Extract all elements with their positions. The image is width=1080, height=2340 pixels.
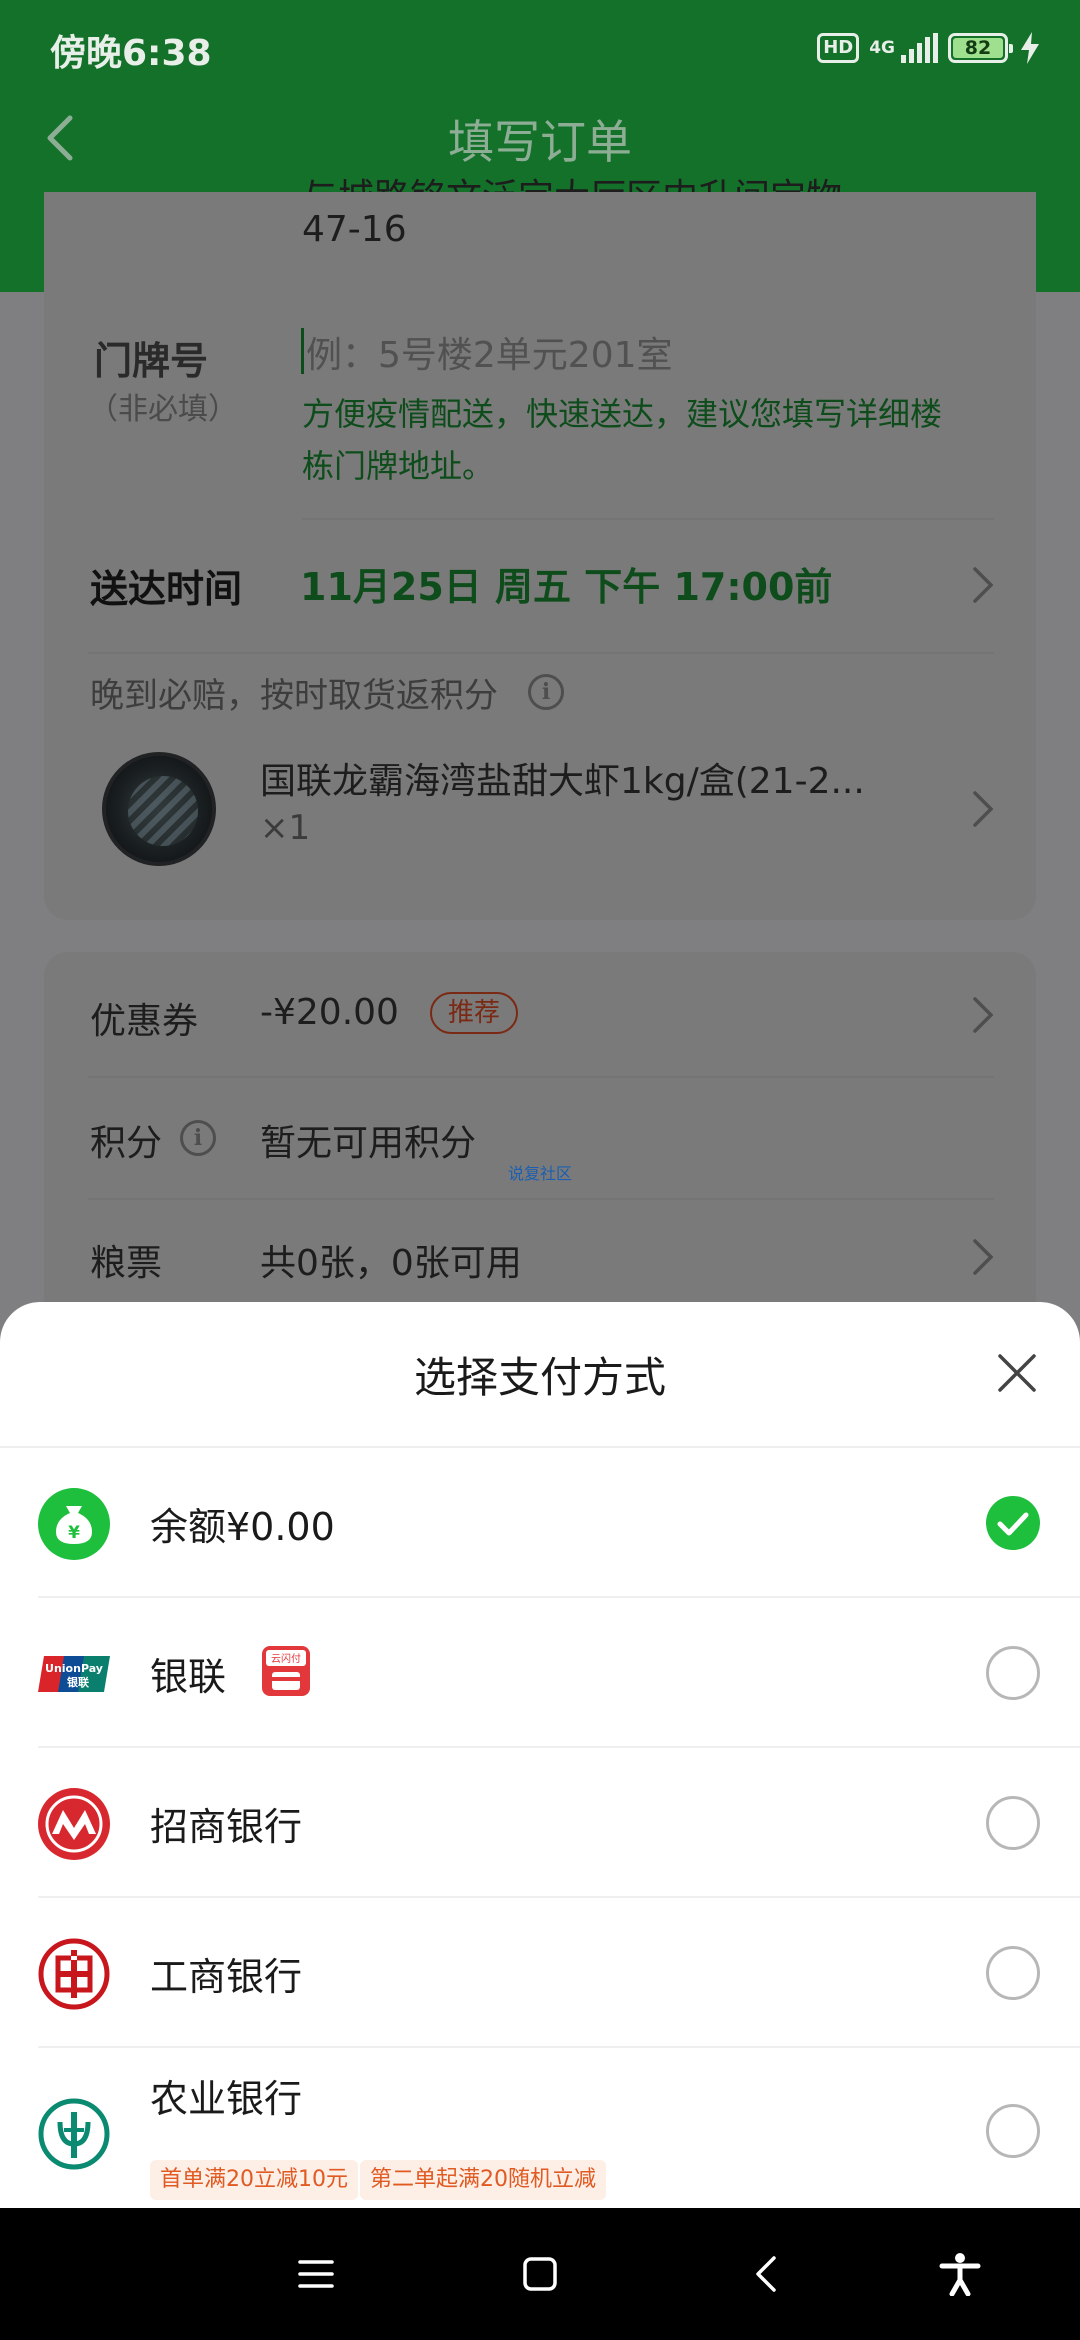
order-info-card: 与城路铭文泛定大厅区内升间宝物 47-16 门牌号 （非必填） 例：5号楼2单元… xyxy=(44,177,1036,920)
status-bar: 傍晚6:38 HD 4G 82 xyxy=(0,0,1080,96)
page-title: 填写订单 xyxy=(448,115,632,169)
home-icon[interactable] xyxy=(518,2252,562,2296)
network-type: 4G xyxy=(869,38,895,58)
payment-name: 余额¥0.00 xyxy=(150,1505,335,1549)
delivery-time-label: 送达时间 xyxy=(90,567,243,611)
chevron-right-icon[interactable] xyxy=(972,996,994,1034)
cloud-quickpass-icon: 云闪付 xyxy=(262,1646,310,1696)
status-time: 傍晚6:38 xyxy=(50,33,212,74)
divider xyxy=(302,518,994,520)
divider xyxy=(88,1198,994,1200)
payment-option-abc[interactable]: 农业银行 首单满20立减10元 第二单起满20随机立减 xyxy=(0,2048,1080,2208)
payment-method-sheet: 选择支付方式 ¥ 余额¥0.00 UnionPay 银联 银联 云闪付 招商银行… xyxy=(0,1302,1080,2208)
unionpay-icon: UnionPay 银联 xyxy=(38,1656,110,1692)
svg-text:¥: ¥ xyxy=(68,1523,80,1543)
address-line: 47-16 xyxy=(302,209,407,250)
product-thumbnail xyxy=(102,752,216,866)
product-name[interactable]: 国联龙霸海湾盐甜大虾1kg/盒(21-2... xyxy=(260,752,960,804)
radio-unchecked-icon[interactable] xyxy=(986,2104,1040,2158)
radio-unchecked-icon[interactable] xyxy=(986,1646,1040,1700)
close-icon[interactable] xyxy=(994,1350,1040,1396)
product-quantity: ×1 xyxy=(260,808,311,848)
cmb-icon xyxy=(38,1788,110,1860)
coupon-label: 优惠券 xyxy=(90,1001,199,1042)
late-compensation-note: 晚到必赔，按时取货返积分 xyxy=(90,676,498,716)
payment-option-icbc[interactable]: 工商银行 xyxy=(0,1898,1080,2048)
accessibility-icon[interactable] xyxy=(938,2252,982,2296)
door-number-input[interactable]: 例：5号楼2单元201室 xyxy=(306,326,673,378)
sheet-title: 选择支付方式 xyxy=(413,1353,666,1402)
charging-icon xyxy=(1021,32,1039,64)
address-line-cut: 与城路铭文泛定大厅区内升间宝物 xyxy=(302,168,922,192)
chevron-right-icon[interactable] xyxy=(972,566,994,604)
door-number-tip: 方便疫情配送，快速送达，建议您填写详细楼栋门牌地址。 xyxy=(302,395,943,485)
watermark: 说复社区 xyxy=(508,1164,573,1183)
door-number-optional: （非必填） xyxy=(88,392,238,427)
battery-level: 82 xyxy=(953,38,1003,58)
hd-badge: HD xyxy=(817,33,860,63)
signal-icon xyxy=(901,33,938,63)
payment-name: 银联 xyxy=(150,1655,227,1699)
info-icon[interactable]: i xyxy=(180,1120,216,1156)
radio-unchecked-icon[interactable] xyxy=(986,1796,1040,1850)
svg-text:银联: 银联 xyxy=(67,1675,89,1689)
menu-icon[interactable] xyxy=(294,2252,338,2296)
promo-tag: 第二单起满20随机立减 xyxy=(360,2160,606,2200)
divider xyxy=(88,652,994,654)
text-caret xyxy=(301,328,304,374)
status-icons: HD 4G 82 xyxy=(817,30,1042,66)
back-icon[interactable] xyxy=(746,2252,790,2296)
payment-name: 招商银行 xyxy=(150,1805,303,1849)
coupon-value[interactable]: -¥20.00 xyxy=(260,992,399,1033)
icbc-icon xyxy=(38,1938,110,2010)
battery-icon: 82 xyxy=(948,33,1013,63)
abc-icon xyxy=(38,2098,110,2170)
wallet-yen-icon: ¥ xyxy=(38,1488,110,1560)
chevron-right-icon[interactable] xyxy=(972,790,994,828)
info-icon[interactable]: i xyxy=(528,674,564,710)
payment-option-balance[interactable]: ¥ 余额¥0.00 xyxy=(0,1448,1080,1598)
system-nav-bar xyxy=(0,2208,1080,2340)
promo-tag: 首单满20立减10元 xyxy=(150,2160,358,2200)
points-label: 积分 xyxy=(90,1123,163,1164)
payment-option-cmb[interactable]: 招商银行 xyxy=(0,1748,1080,1898)
divider xyxy=(88,1076,994,1078)
points-value: 暂无可用积分 xyxy=(260,1123,477,1164)
recommend-badge: 推荐 xyxy=(430,992,519,1034)
radio-unchecked-icon[interactable] xyxy=(986,1946,1040,2000)
door-number-label: 门牌号 xyxy=(94,339,209,383)
payment-name: 农业银行 xyxy=(150,2077,303,2121)
grain-ticket-value[interactable]: 共0张，0张可用 xyxy=(260,1234,522,1286)
chevron-right-icon[interactable] xyxy=(972,1238,994,1276)
svg-text:UnionPay: UnionPay xyxy=(45,1662,103,1675)
svg-text:云闪付: 云闪付 xyxy=(271,1652,301,1665)
payment-name: 工商银行 xyxy=(150,1955,303,1999)
delivery-time-value[interactable]: 11月25日 周五 下午 17:00前 xyxy=(300,556,832,611)
grain-ticket-label: 粮票 xyxy=(90,1243,163,1284)
payment-option-unionpay[interactable]: UnionPay 银联 银联 云闪付 xyxy=(0,1598,1080,1748)
radio-checked-icon[interactable] xyxy=(986,1496,1040,1550)
